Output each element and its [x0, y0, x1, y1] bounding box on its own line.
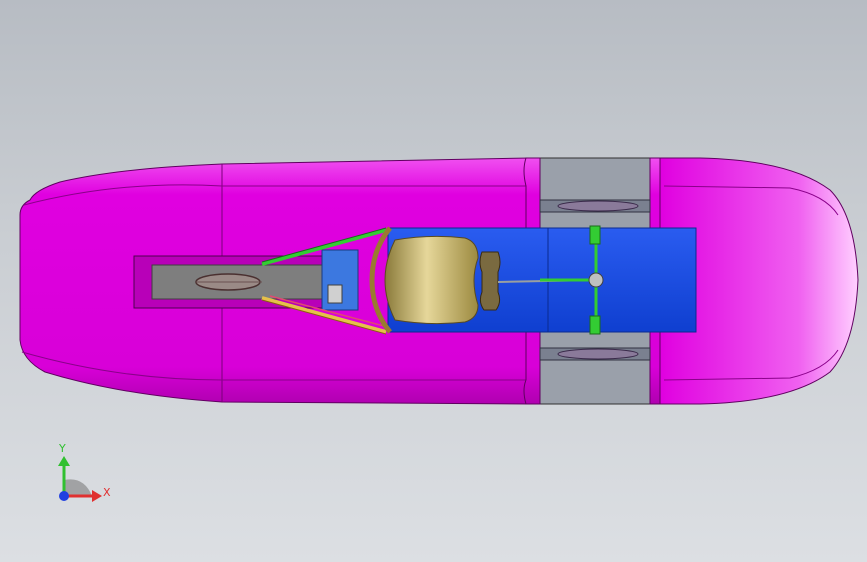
y-axis-arrowhead: [58, 456, 70, 466]
z-axis-dot: [59, 491, 69, 501]
model-view[interactable]: [0, 0, 867, 562]
seat[interactable]: [384, 235, 479, 325]
front-wheel-left: [557, 200, 639, 212]
steering-hub: [588, 272, 604, 288]
rear-mount-bracket: [327, 284, 343, 304]
cad-viewport[interactable]: Y X: [0, 0, 867, 562]
y-axis-label: Y: [59, 442, 66, 455]
front-wheel-right: [557, 348, 639, 360]
x-axis-arrowhead: [92, 490, 102, 502]
kingpin-bottom: [589, 315, 601, 335]
x-axis-label: X: [103, 486, 111, 499]
kingpin-top: [589, 225, 601, 245]
steering-wheel[interactable]: [479, 251, 501, 311]
